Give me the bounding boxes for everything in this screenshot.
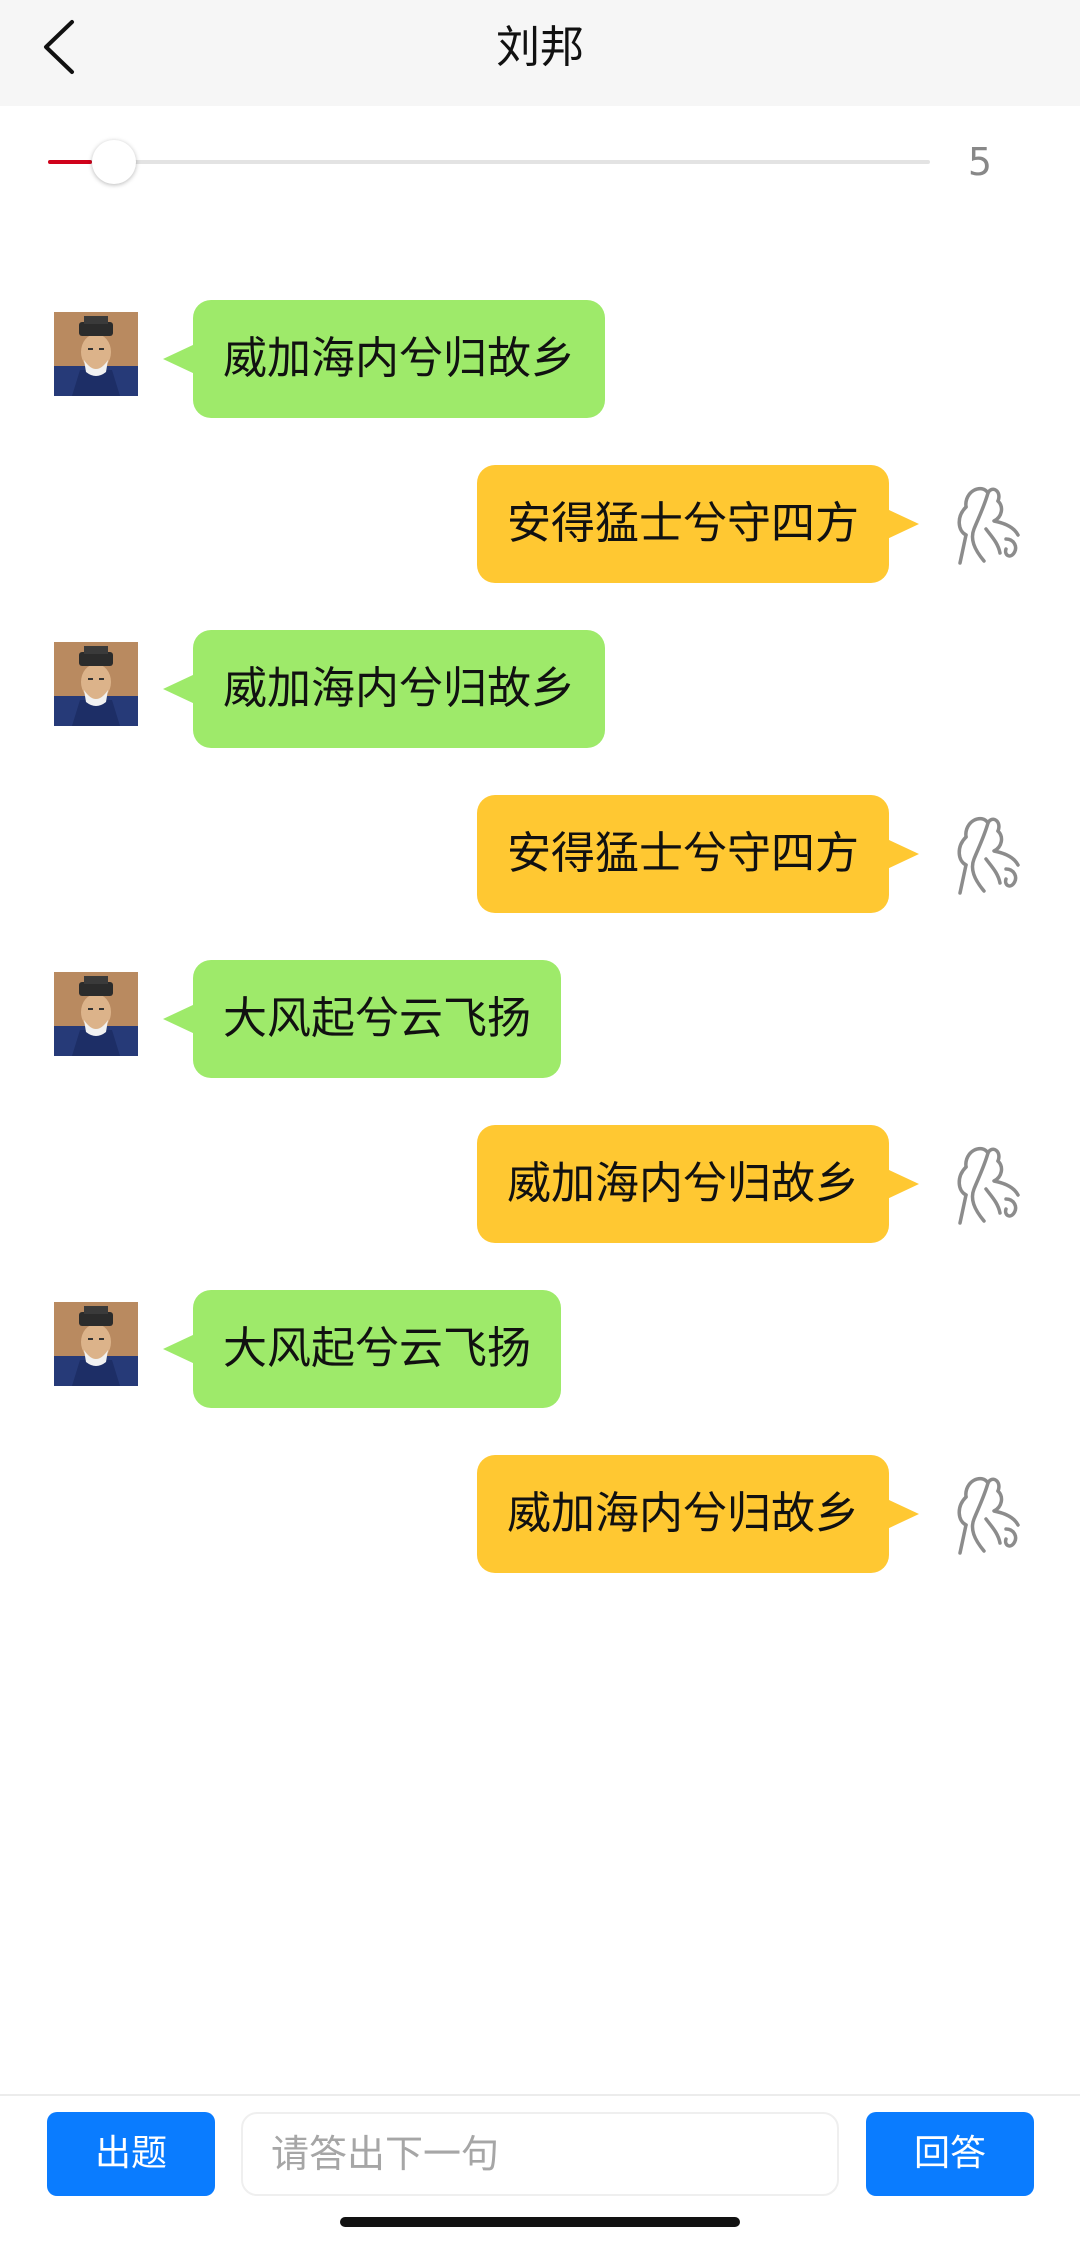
difficulty-slider[interactable] (48, 140, 930, 184)
user-avatar[interactable] (944, 477, 1026, 565)
received-message-bubble[interactable]: 威加海内兮归故乡 (163, 300, 605, 418)
message-row-received: 大风起兮云飞扬 (0, 960, 1080, 1078)
answer-input[interactable] (241, 2112, 839, 2196)
chat-screen: 刘邦 5 威加海内兮归故乡 安得猛士兮守四方 威加海内兮归故乡 安得猛士兮守四方 大风起… (0, 0, 1080, 2246)
user-avatar[interactable] (944, 1137, 1026, 1225)
slider-value: 5 (967, 140, 993, 184)
slider-track (48, 160, 930, 164)
message-row-received: 威加海内兮归故乡 (0, 630, 1080, 748)
sent-message-bubble[interactable]: 威加海内兮归故乡 (477, 1455, 919, 1573)
home-indicator (340, 2217, 740, 2227)
user-avatar[interactable] (944, 1467, 1026, 1555)
message-row-received: 大风起兮云飞扬 (0, 1290, 1080, 1408)
poet-avatar[interactable] (54, 312, 138, 396)
sent-message-bubble[interactable]: 威加海内兮归故乡 (477, 1125, 919, 1243)
message-row-received: 威加海内兮归故乡 (0, 300, 1080, 418)
poet-avatar[interactable] (54, 972, 138, 1056)
message-row-sent: 威加海内兮归故乡 (0, 1125, 1080, 1243)
received-message-bubble[interactable]: 大风起兮云飞扬 (163, 960, 561, 1078)
answer-button[interactable]: 回答 (866, 2112, 1034, 2196)
page-title: 刘邦 (496, 22, 584, 73)
received-message-bubble[interactable]: 威加海内兮归故乡 (163, 630, 605, 748)
user-avatar[interactable] (944, 807, 1026, 895)
question-button[interactable]: 出题 (47, 2112, 215, 2196)
sent-message-bubble[interactable]: 安得猛士兮守四方 (477, 465, 919, 583)
message-row-sent: 安得猛士兮守四方 (0, 465, 1080, 583)
poet-avatar[interactable] (54, 1302, 138, 1386)
received-message-bubble[interactable]: 大风起兮云飞扬 (163, 1290, 561, 1408)
message-row-sent: 安得猛士兮守四方 (0, 795, 1080, 913)
poet-avatar[interactable] (54, 642, 138, 726)
slider-thumb[interactable] (92, 140, 137, 184)
message-row-sent: 威加海内兮归故乡 (0, 1455, 1080, 1573)
nav-bar: 刘邦 (0, 0, 1080, 106)
sent-message-bubble[interactable]: 安得猛士兮守四方 (477, 795, 919, 913)
slider-fill (48, 160, 93, 164)
